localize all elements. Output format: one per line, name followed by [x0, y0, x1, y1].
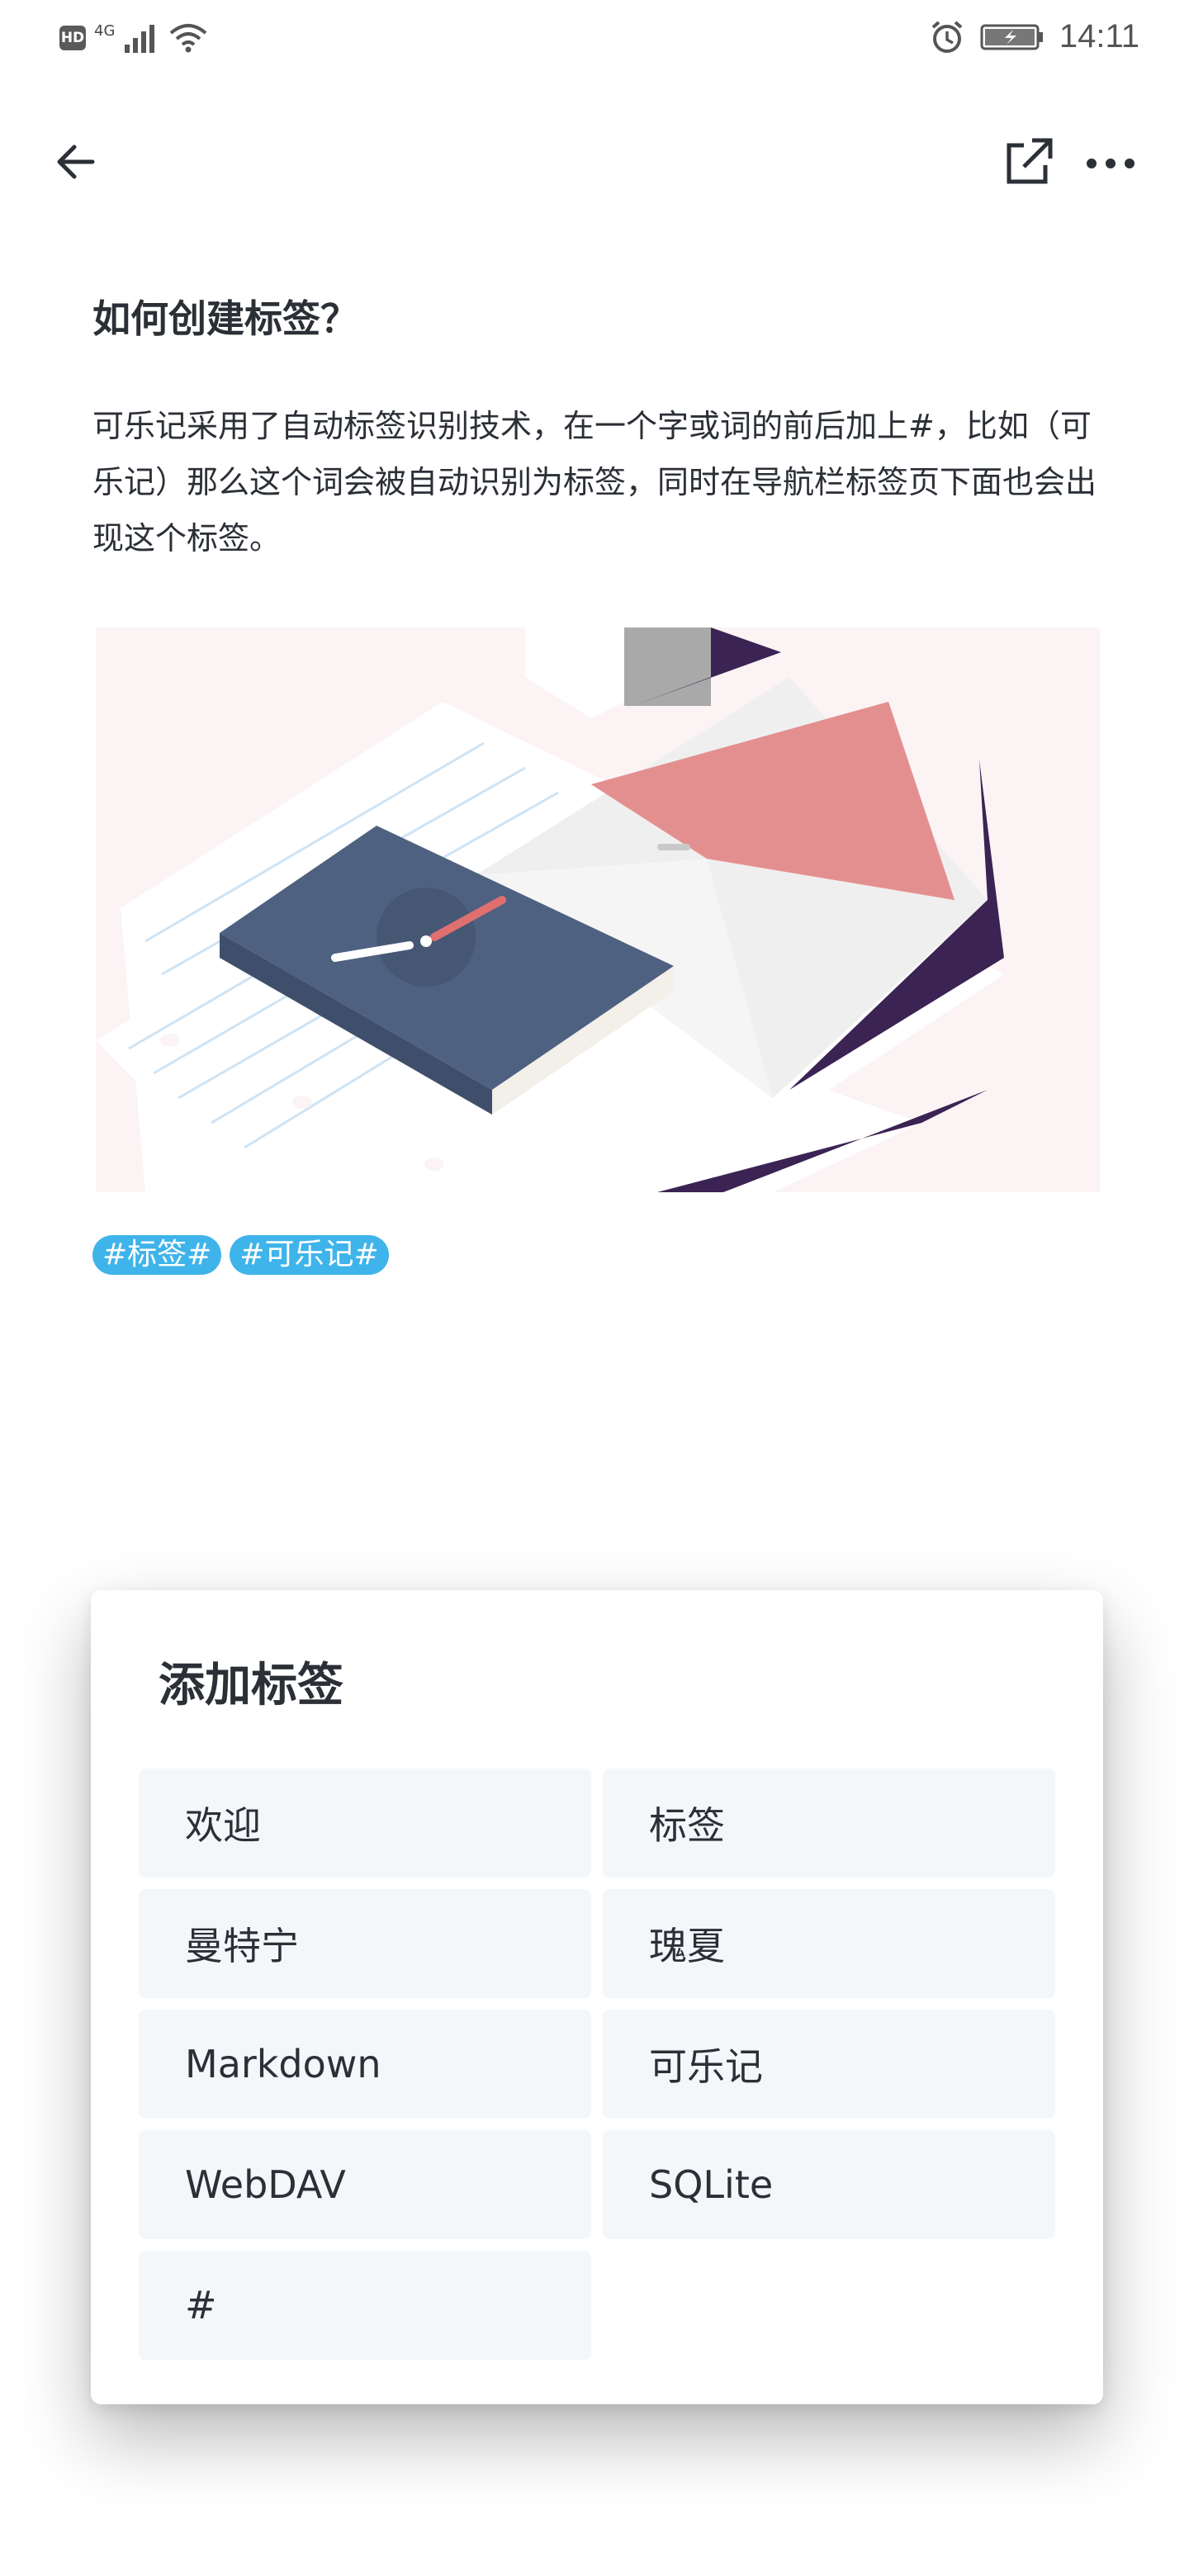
tag-list: #标签# #可乐记# — [92, 1235, 389, 1275]
back-arrow-icon[interactable] — [50, 135, 102, 188]
tag-option-webdav[interactable]: WebDAV — [139, 2130, 591, 2239]
tag-option-sqlite[interactable]: SQLite — [603, 2130, 1055, 2239]
tag-option-hash[interactable]: # — [139, 2251, 591, 2360]
alarm-icon — [931, 20, 963, 53]
hd-badge: HD — [59, 26, 86, 50]
clock: 14:11 — [1059, 18, 1139, 54]
dialog-title: 添加标签 — [159, 1659, 343, 1712]
signal-icon — [125, 25, 155, 53]
tag-option-mandheling[interactable]: 曼特宁 — [139, 1889, 591, 1998]
tag-options-grid: 欢迎 标签 曼特宁 瑰夏 Markdown 可乐记 WebDAV SQLite … — [139, 1769, 1055, 2360]
top-toolbar — [0, 116, 1189, 206]
illustration-image — [96, 627, 1004, 1192]
note-paragraph: 可乐记采用了自动标签识别技术，在一个字或词的前后加上#，比如（可乐记）那么这个词… — [92, 408, 1097, 556]
note-title: 如何创建标签？ — [92, 296, 358, 341]
more-icon[interactable] — [1082, 135, 1139, 188]
add-tag-dialog: 添加标签 欢迎 标签 曼特宁 瑰夏 Markdown 可乐记 WebDAV SQ… — [91, 1590, 1103, 2404]
status-bar: HD 4G 14:11 — [0, 0, 1189, 83]
network-type: 4G — [94, 21, 116, 40]
status-left: HD 4G — [59, 21, 209, 54]
tag-option-kelej[interactable]: 可乐记 — [603, 2010, 1055, 2119]
tag-option-tag[interactable]: 标签 — [603, 1769, 1055, 1878]
tag-option-geisha[interactable]: 瑰夏 — [603, 1889, 1055, 1998]
battery-charging-icon — [980, 24, 1043, 50]
tag-option-welcome[interactable]: 欢迎 — [139, 1769, 591, 1878]
tag-chip-kelej[interactable]: #可乐记# — [230, 1235, 389, 1275]
share-icon[interactable] — [999, 132, 1057, 190]
tag-chip-biaoqian[interactable]: #标签# — [92, 1235, 222, 1275]
tag-option-markdown[interactable]: Markdown — [139, 2010, 591, 2119]
status-right: 14:11 — [929, 18, 1139, 55]
note-illustration — [96, 627, 1100, 1192]
wifi-icon — [170, 24, 207, 53]
